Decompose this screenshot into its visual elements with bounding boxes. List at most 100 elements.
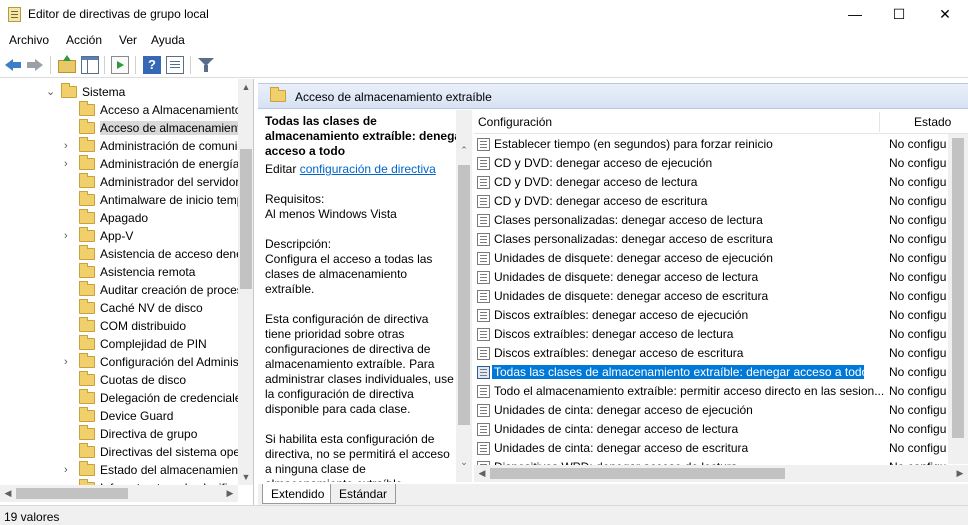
table-row[interactable]: Unidades de disquete: denegar acceso de … [474, 249, 968, 268]
tree-horizontal-scrollbar[interactable]: ◀ ▶ [0, 485, 238, 502]
menu-accion[interactable]: Acción [66, 33, 102, 47]
tree-item[interactable]: Directiva de grupo [0, 425, 238, 443]
table-row[interactable]: Establecer tiempo (en segundos) para for… [474, 135, 968, 154]
scrollbar-thumb[interactable] [458, 165, 470, 425]
tree-item-label: App-V [100, 229, 134, 243]
table-row[interactable]: Clases personalizadas: denegar acceso de… [474, 211, 968, 230]
scroll-up-arrow-icon[interactable]: ▲ [238, 79, 253, 95]
table-row[interactable]: Discos extraíbles: denegar acceso de esc… [474, 344, 968, 363]
table-row[interactable]: Unidades de cinta: denegar acceso de eje… [474, 401, 968, 420]
tree-item[interactable]: Antimalware de inicio temprano [0, 191, 238, 209]
setting-state: No configu [889, 137, 947, 151]
folder-icon [79, 353, 95, 368]
tree-item[interactable]: › Estado del almacenamiento [0, 461, 238, 479]
scroll-right-arrow-icon[interactable]: ▶ [222, 485, 238, 502]
table-row[interactable]: Todas las clases de almacenamiento extra… [474, 363, 968, 382]
gpedit-app-icon [8, 7, 21, 22]
tree-item[interactable]: Administrador del servidor [0, 173, 238, 191]
maximize-button[interactable]: ☐ [876, 0, 922, 28]
setting-name: Unidades de cinta: denegar acceso de lec… [494, 422, 739, 436]
tree-item[interactable]: Delegación de credenciales [0, 389, 238, 407]
list-vertical-scrollbar[interactable] [948, 134, 968, 464]
scroll-left-arrow-icon[interactable]: ◀ [474, 465, 490, 482]
tree-item[interactable]: Complejidad de PIN [0, 335, 238, 353]
table-row[interactable]: Clases personalizadas: denegar acceso de… [474, 230, 968, 249]
scrollbar-thumb[interactable] [16, 488, 128, 499]
tree-item[interactable]: Asistencia remota [0, 263, 238, 281]
folder-icon [79, 173, 95, 188]
table-row[interactable]: Discos extraíbles: denegar acceso de lec… [474, 325, 968, 344]
table-row[interactable]: Unidades de cinta: denegar acceso de esc… [474, 439, 968, 458]
tree-item[interactable]: › Configuración del Administrador [0, 353, 238, 371]
tree-item[interactable]: Acceso a Almacenamiento [0, 101, 238, 119]
tree-item-label: Estado del almacenamiento [100, 463, 238, 477]
up-folder-icon[interactable] [58, 55, 76, 73]
tree-item[interactable]: › Administración de comunicaciones [0, 137, 238, 155]
tree-item[interactable]: Caché NV de disco [0, 299, 238, 317]
scroll-down-arrow-icon[interactable]: ▼ [238, 469, 253, 485]
close-button[interactable]: ✕ [922, 0, 968, 28]
scroll-down-arrow-icon[interactable]: ⌄ [456, 454, 472, 470]
minimize-button[interactable]: — [832, 0, 878, 28]
chevron-right-icon[interactable]: › [64, 158, 74, 170]
table-row[interactable]: CD y DVD: denegar acceso de escritura No … [474, 192, 968, 211]
tree-item-label: Device Guard [100, 409, 174, 423]
menu-archivo[interactable]: Archivo [9, 33, 49, 47]
chevron-right-icon[interactable]: › [64, 230, 74, 242]
column-divider[interactable] [879, 112, 880, 132]
table-row[interactable]: Unidades de disquete: denegar acceso de … [474, 287, 968, 306]
menu-ayuda[interactable]: Ayuda [151, 33, 185, 47]
folder-icon [79, 317, 95, 332]
chevron-right-icon[interactable]: › [64, 464, 74, 476]
table-row[interactable]: Unidades de disquete: denegar acceso de … [474, 268, 968, 287]
show-hide-tree-icon[interactable] [81, 56, 99, 74]
tab-extendido[interactable]: Extendido [262, 484, 334, 504]
tree-item-label: COM distribuido [100, 319, 187, 333]
scroll-up-arrow-icon[interactable]: ⌃ [456, 142, 472, 158]
column-header-setting[interactable]: Configuración [478, 115, 552, 129]
tree-item[interactable]: › Administración de energía [0, 155, 238, 173]
back-arrow-icon[interactable] [4, 56, 22, 74]
description-scrollbar[interactable]: ⌃ ⌄ [456, 110, 472, 482]
scrollbar-thumb[interactable] [490, 468, 785, 479]
tree-item-label: Asistencia de acceso denegado [100, 247, 238, 261]
tree-vertical-scrollbar[interactable]: ▲ ▼ [238, 79, 253, 485]
list-horizontal-scrollbar[interactable]: ◀ ▶ [474, 465, 968, 482]
scroll-left-arrow-icon[interactable]: ◀ [0, 485, 16, 502]
scrollbar-thumb[interactable] [240, 149, 252, 289]
table-row[interactable]: Unidades de cinta: denegar acceso de lec… [474, 420, 968, 439]
tree-item[interactable]: › App-V [0, 227, 238, 245]
forward-arrow-icon[interactable] [26, 56, 44, 74]
column-header-state[interactable]: Estado [914, 115, 951, 129]
scrollbar-thumb[interactable] [952, 138, 964, 438]
help-icon[interactable]: ? [143, 56, 161, 74]
setting-state: No configu [889, 289, 947, 303]
tree-item-sistema[interactable]: ⌄ Sistema [0, 83, 238, 101]
menu-ver[interactable]: Ver [119, 33, 137, 47]
tree-item[interactable]: Acceso de almacenamiento [0, 119, 238, 137]
policy-setting-icon [477, 328, 490, 341]
tree-item[interactable]: COM distribuido [0, 317, 238, 335]
folder-icon [79, 137, 95, 152]
tree-item[interactable]: Asistencia de acceso denegado [0, 245, 238, 263]
tab-estandar[interactable]: Estándar [330, 484, 397, 504]
chevron-right-icon[interactable]: › [64, 356, 74, 368]
tree-item[interactable]: Directivas del sistema operativo [0, 443, 238, 461]
tree-item[interactable]: Apagado [0, 209, 238, 227]
table-row[interactable]: CD y DVD: denegar acceso de lectura No co… [474, 173, 968, 192]
table-row[interactable]: Todo el almacenamiento extraíble: permit… [474, 382, 968, 401]
chevron-right-icon[interactable]: › [64, 140, 74, 152]
tree-item[interactable]: Device Guard [0, 407, 238, 425]
description-label: Descripción: [265, 237, 332, 251]
table-row[interactable]: CD y DVD: denegar acceso de ejecución No … [474, 154, 968, 173]
table-row[interactable]: Discos extraíbles: denegar acceso de eje… [474, 306, 968, 325]
tree-item[interactable]: Auditar creación de procesos [0, 281, 238, 299]
filter-icon[interactable] [197, 56, 215, 74]
properties-icon[interactable] [166, 56, 184, 74]
edit-policy-setting-link[interactable]: configuración de directiva [300, 162, 436, 176]
setting-state: No configu [889, 422, 947, 436]
chevron-down-icon[interactable]: ⌄ [46, 86, 56, 98]
scroll-right-arrow-icon[interactable]: ▶ [952, 465, 968, 482]
tree-item[interactable]: Cuotas de disco [0, 371, 238, 389]
export-list-icon[interactable] [111, 56, 129, 74]
